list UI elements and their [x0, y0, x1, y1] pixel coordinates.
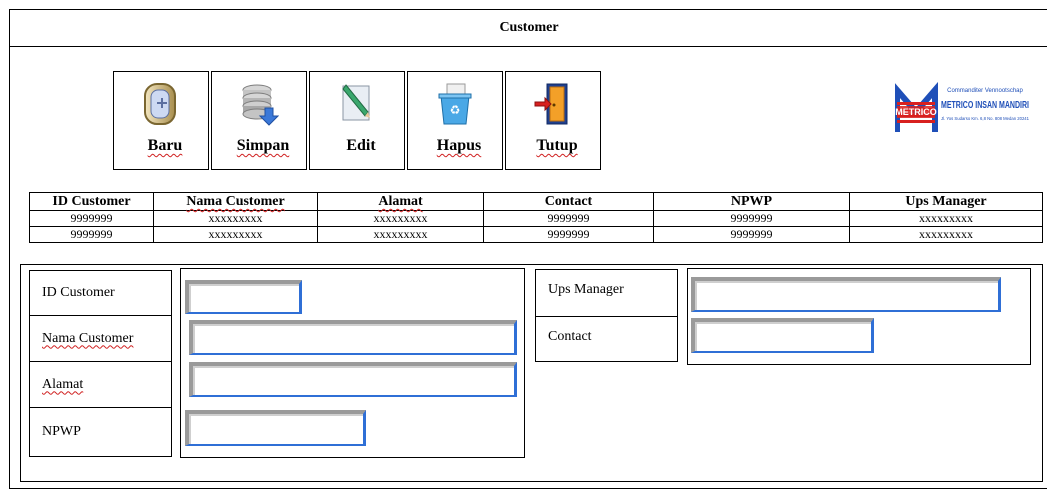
save-database-icon — [239, 80, 280, 133]
col-header-npwp[interactable]: NPWP — [653, 192, 850, 211]
recycle-bin-icon: ♻ — [435, 80, 475, 133]
table-cell: xxxxxxxxx — [153, 226, 318, 243]
label-npwp: NPWP — [29, 407, 172, 457]
edit-label: Edit — [346, 137, 376, 154]
label-id-customer: ID Customer — [29, 270, 172, 316]
new-document-icon — [141, 80, 181, 133]
customer-table: ID Customer Nama Customer Alamat Contact… — [29, 192, 1043, 243]
alamat-input[interactable] — [189, 362, 517, 397]
tutup-button[interactable]: Tutup — [505, 71, 601, 170]
table-header-row: ID Customer Nama Customer Alamat Contact… — [29, 192, 1043, 211]
svg-text:Jl. Yos Sudarso Km. 6,8 No. 80: Jl. Yos Sudarso Km. 6,8 No. 808 Medan 20… — [941, 116, 1029, 122]
table-cell: 9999999 — [653, 210, 850, 227]
simpan-label: Simpan — [236, 137, 290, 154]
label-alamat: Alamat — [29, 361, 172, 408]
metrico-logo-mark: METRICO — [894, 81, 938, 134]
table-cell: 9999999 — [653, 226, 850, 243]
table-row[interactable]: 9999999 xxxxxxxxx xxxxxxxxx 9999999 9999… — [29, 210, 1043, 227]
label-ups-manager: Ups Manager — [535, 269, 678, 317]
svg-text:METRICO: METRICO — [895, 107, 937, 117]
company-logo: METRICO Commanditer Vennootschap METRICO… — [894, 81, 1030, 136]
svg-text:Commanditer Vennootschap: Commanditer Vennootschap — [947, 88, 1023, 94]
table-cell: xxxxxxxxx — [849, 210, 1043, 227]
ups-manager-input[interactable] — [691, 277, 1001, 312]
label-nama-customer: Nama Customer — [29, 315, 172, 362]
window-title: Customer — [9, 9, 1047, 47]
col-header-alamat[interactable]: Alamat — [317, 192, 484, 211]
edit-pencil-icon — [337, 80, 377, 133]
npwp-input[interactable] — [185, 410, 366, 446]
table-cell: xxxxxxxxx — [153, 210, 318, 227]
table-row[interactable]: 9999999 xxxxxxxxx xxxxxxxxx 9999999 9999… — [29, 226, 1043, 243]
nama-customer-input[interactable] — [189, 320, 517, 355]
hapus-label: Hapus — [436, 137, 482, 154]
table-cell: 9999999 — [29, 226, 154, 243]
table-cell: 9999999 — [483, 210, 654, 227]
hapus-button[interactable]: ♻ Hapus — [407, 71, 503, 170]
simpan-button[interactable]: Simpan — [211, 71, 307, 170]
table-cell: xxxxxxxxx — [849, 226, 1043, 243]
table-cell: xxxxxxxxx — [317, 210, 484, 227]
baru-button[interactable]: Baru — [113, 71, 209, 170]
col-header-contact[interactable]: Contact — [483, 192, 654, 211]
contact-input[interactable] — [691, 318, 874, 353]
tutup-label: Tutup — [536, 137, 578, 154]
label-contact: Contact — [535, 316, 678, 362]
col-header-id-customer[interactable]: ID Customer — [29, 192, 154, 211]
col-header-ups-manager[interactable]: Ups Manager — [849, 192, 1043, 211]
table-cell: 9999999 — [29, 210, 154, 227]
svg-text:METRICO INSAN MANDIRI: METRICO INSAN MANDIRI — [941, 99, 1029, 111]
edit-button[interactable]: Edit — [309, 71, 405, 170]
id-customer-input[interactable] — [185, 280, 302, 314]
col-header-nama-customer[interactable]: Nama Customer — [153, 192, 318, 211]
svg-text:♻: ♻ — [450, 103, 461, 117]
table-cell: 9999999 — [483, 226, 654, 243]
exit-door-icon — [533, 80, 573, 133]
table-cell: xxxxxxxxx — [317, 226, 484, 243]
baru-label: Baru — [147, 137, 183, 154]
